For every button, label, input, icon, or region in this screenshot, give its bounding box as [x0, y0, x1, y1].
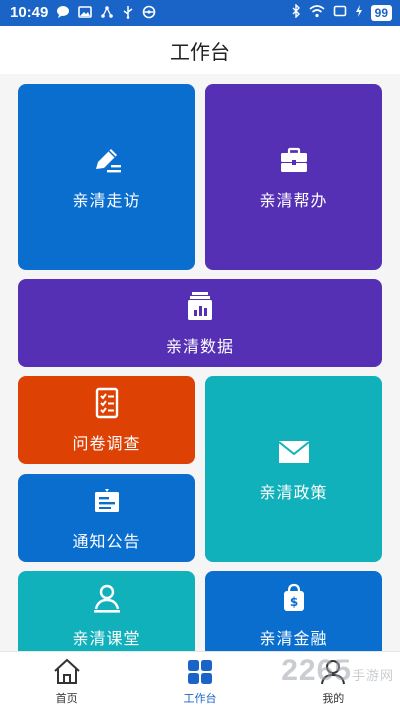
chat-icon [56, 5, 70, 22]
envelope-icon [277, 435, 311, 469]
tile-help-label: 亲清帮办 [259, 191, 328, 210]
tile-notice-label: 通知公告 [72, 532, 141, 551]
checklist-icon [90, 386, 124, 420]
status-left-icons [56, 5, 156, 22]
money-bag-icon: $ [277, 581, 311, 615]
tile-data-label: 亲清数据 [165, 337, 234, 356]
screen-icon [333, 4, 347, 21]
status-right-icons: 99 [291, 3, 392, 21]
page-title: 工作台 [170, 39, 230, 64]
status-time: 10:49 [10, 4, 49, 21]
teacher-icon [90, 581, 124, 615]
tile-visit[interactable]: 亲清走访 [18, 84, 195, 270]
tile-class[interactable]: 亲清课堂 [18, 571, 195, 651]
tab-mine-label: 我的 [322, 692, 345, 705]
tile-policy-label: 亲清政策 [259, 483, 328, 502]
notice-icon [90, 484, 124, 518]
tile-finance[interactable]: $ 亲清金融 [205, 571, 382, 651]
share-icon [100, 5, 114, 22]
bluetooth-icon [291, 3, 301, 21]
wifi-icon [309, 4, 325, 21]
tab-home-label: 首页 [55, 692, 78, 705]
watermark-suffix: 手游网 [351, 668, 394, 683]
battery-level: 99 [370, 4, 392, 21]
tile-survey-label: 问卷调查 [72, 434, 141, 453]
workbench-grid: 亲清走访 亲清帮办 亲清数据 问卷调查 亲清政策 通知公告 亲清课堂 $ 亲清金… [0, 74, 400, 651]
tile-visit-label: 亲清走访 [72, 191, 141, 210]
charging-icon [355, 4, 363, 21]
tile-notice[interactable]: 通知公告 [18, 474, 195, 562]
tile-policy[interactable]: 亲清政策 [205, 376, 382, 562]
briefcase-icon [277, 143, 311, 177]
tile-data[interactable]: 亲清数据 [18, 279, 382, 367]
home-icon [52, 657, 82, 687]
tile-finance-label: 亲清金融 [259, 629, 328, 648]
status-bar: 10:49 99 [0, 0, 400, 26]
watermark: 2265手游网 [281, 654, 394, 688]
tile-survey[interactable]: 问卷调查 [18, 376, 195, 464]
tile-class-label: 亲清课堂 [72, 629, 141, 648]
usb-icon [122, 5, 134, 22]
svg-text:$: $ [289, 595, 297, 609]
tab-workbench[interactable]: 工作台 [133, 652, 266, 711]
app-header: 工作台 [0, 26, 400, 74]
tab-workbench-label: 工作台 [183, 692, 217, 705]
tile-help[interactable]: 亲清帮办 [205, 84, 382, 270]
grid-icon [185, 657, 215, 687]
steering-icon [142, 5, 156, 22]
data-box-icon [183, 289, 217, 323]
image-icon [78, 5, 92, 22]
tab-home[interactable]: 首页 [0, 652, 133, 711]
watermark-brand: 2265 [281, 654, 352, 687]
pen-edit-icon [90, 143, 124, 177]
